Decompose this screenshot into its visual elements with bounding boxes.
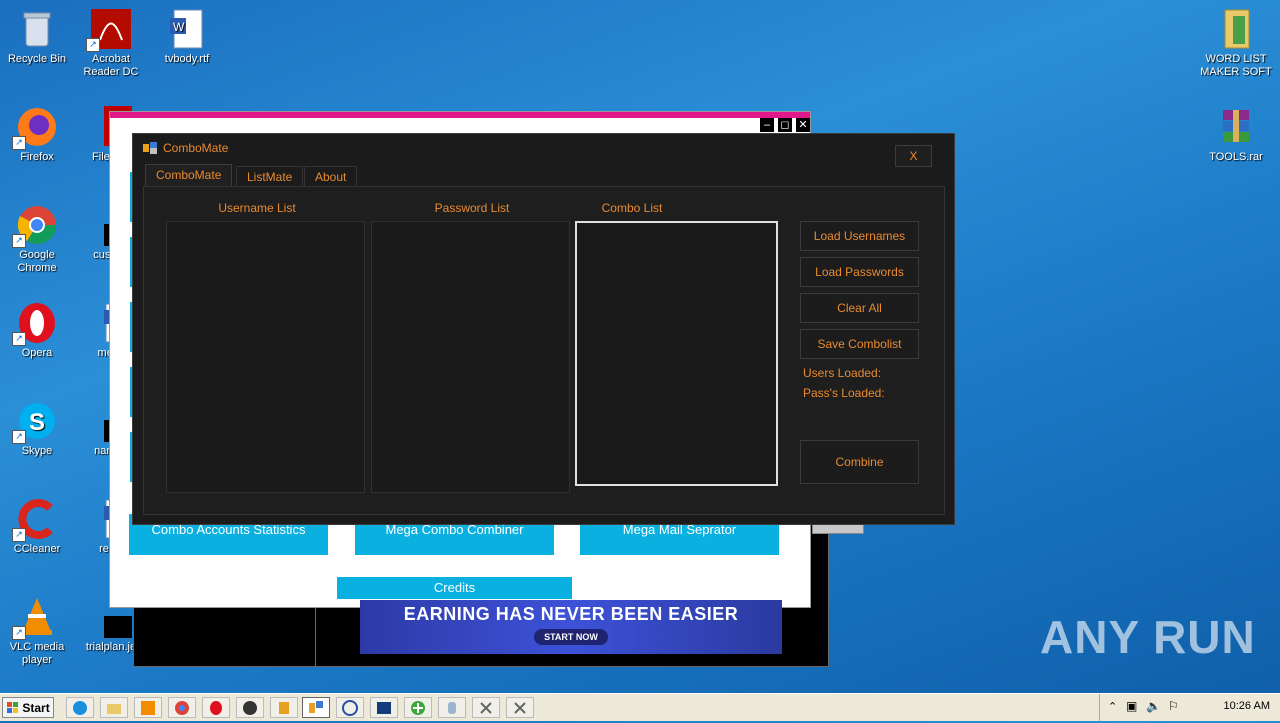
chrome-icon[interactable]: [168, 697, 196, 718]
winrar-icon: [1215, 106, 1257, 148]
ccleaner-icon: ↗: [12, 498, 58, 542]
desktop-icon-label: WORD LIST MAKER SOFT: [1200, 53, 1272, 78]
combomate-icon[interactable]: [302, 697, 330, 718]
desktop-icon-label: CCleaner: [13, 543, 61, 555]
password-list-box[interactable]: [371, 221, 570, 493]
chrome-icon: ↗: [12, 204, 58, 248]
banner-start-button[interactable]: START NOW: [534, 629, 608, 645]
desktop-icon-ccleaner[interactable]: ↗ CCleaner: [0, 498, 74, 556]
vlc-icon: ↗: [12, 596, 58, 640]
desktop-icon-chrome[interactable]: ↗ Google Chrome: [0, 204, 74, 275]
combo-list-label: Combo List: [601, 201, 663, 215]
keyboard-icon[interactable]: [438, 697, 466, 718]
combo-list-box[interactable]: [575, 221, 778, 486]
desktop-icon-opera[interactable]: ↗ Opera: [0, 302, 74, 360]
shortcut-arrow-icon: ↗: [12, 528, 26, 542]
shortcut-arrow-icon: ↗: [12, 332, 26, 346]
desktop-icon-vlc[interactable]: ↗ VLC media player: [0, 596, 74, 667]
desktop-icon-label: Firefox: [20, 151, 54, 163]
window-title: ComboMate: [163, 141, 229, 155]
window-accent-bar: [110, 112, 810, 118]
volume-icon[interactable]: 🔈: [1146, 699, 1161, 713]
username-list-box[interactable]: [166, 221, 365, 493]
shortcut-arrow-icon: ↗: [12, 136, 26, 150]
desktop-icon-recycle-bin[interactable]: Recycle Bin: [0, 8, 74, 66]
windows-logo-icon: [7, 700, 19, 713]
taskbar: Start ⌃ ▣ 🔈 ⚐ 10:26 AM: [0, 693, 1280, 721]
app-icon[interactable]: [236, 697, 264, 718]
close-button[interactable]: ✕: [796, 118, 810, 132]
firefox-icon: ↗: [12, 106, 58, 150]
user-icon[interactable]: [270, 697, 298, 718]
ie-icon[interactable]: [66, 697, 94, 718]
show-hidden-icons-icon[interactable]: ⌃: [1108, 700, 1117, 713]
users-loaded-label: Users Loaded:: [803, 366, 882, 380]
username-list-label: Username List: [218, 201, 296, 215]
combine-button[interactable]: Combine: [800, 440, 919, 484]
acrobat-icon: ↗: [86, 8, 132, 52]
ad-banner[interactable]: EARNING HAS NEVER BEEN EASIER START NOW: [360, 600, 782, 654]
system-tray: ⌃ ▣ 🔈 ⚐ 10:26 AM: [1099, 694, 1280, 721]
tab-about[interactable]: About: [304, 166, 358, 187]
desktop-icon-label: Acrobat Reader DC: [83, 53, 139, 78]
flag-icon[interactable]: ⚐: [1168, 699, 1179, 713]
combomate-window[interactable]: ComboMate X ComboMate ListMate About Use…: [132, 133, 955, 525]
skype-icon: S ↗: [12, 400, 58, 444]
credits-button[interactable]: Credits: [337, 577, 572, 599]
desktop-icon-label: Recycle Bin: [7, 53, 67, 65]
folder-icon: [1215, 8, 1257, 50]
desktop-icon-label: Opera: [21, 347, 53, 359]
desktop-icon-label: VLC media player: [9, 641, 65, 666]
desktop-icon-firefox[interactable]: ↗ Firefox: [0, 106, 74, 164]
desktop-icon-word-list-maker[interactable]: WORD LIST MAKER SOFT: [1199, 8, 1273, 79]
svg-text:S: S: [29, 409, 45, 436]
anyrun-watermark: ANY RUN: [1040, 611, 1256, 663]
word-doc-icon: W: [166, 8, 208, 50]
shortcut-arrow-icon: ↗: [12, 430, 26, 444]
clear-all-button[interactable]: Clear All: [800, 293, 919, 323]
desktop-icon-tvbody[interactable]: W tvbody.rtf: [150, 8, 224, 66]
dark-window-divider: [315, 601, 316, 666]
load-usernames-button[interactable]: Load Usernames: [800, 221, 919, 251]
media-icon[interactable]: [134, 697, 162, 718]
desktop-icon-skype[interactable]: S ↗ Skype: [0, 400, 74, 458]
minimize-button[interactable]: –: [760, 118, 774, 132]
opera-icon: ↗: [12, 302, 58, 346]
opera-icon[interactable]: [202, 697, 230, 718]
svg-text:W: W: [173, 20, 185, 34]
green-plus-icon[interactable]: [404, 697, 432, 718]
maximize-button[interactable]: ◻: [778, 118, 792, 132]
desktop-icon-label: tvbody.rtf: [164, 53, 210, 65]
tool-icon[interactable]: [472, 697, 500, 718]
tool-icon[interactable]: [506, 697, 534, 718]
desktop-icon-label: Google Chrome: [17, 249, 57, 274]
tab-listmate[interactable]: ListMate: [236, 166, 304, 187]
shortcut-arrow-icon: ↗: [86, 38, 100, 52]
desktop-icon-tools-rar[interactable]: TOOLS.rar: [1199, 106, 1273, 164]
save-combolist-button[interactable]: Save Combolist: [800, 329, 919, 359]
desktop-icon-label: Skype: [21, 445, 53, 457]
pass-loaded-label: Pass's Loaded:: [803, 386, 885, 400]
window-icon[interactable]: [370, 697, 398, 718]
start-button[interactable]: Start: [2, 697, 54, 718]
network-icon[interactable]: [336, 697, 364, 718]
shortcut-arrow-icon: ↗: [12, 234, 26, 248]
shortcut-arrow-icon: ↗: [12, 626, 26, 640]
explorer-icon[interactable]: [100, 697, 128, 718]
tab-combomate[interactable]: ComboMate: [145, 164, 233, 187]
desktop-icon-label: TOOLS.rar: [1209, 151, 1263, 163]
network-tray-icon[interactable]: ▣: [1126, 699, 1137, 713]
close-button[interactable]: X: [895, 145, 932, 167]
combomate-app-icon: [143, 142, 157, 154]
banner-title: EARNING HAS NEVER BEEN EASIER: [403, 604, 739, 624]
start-label: Start: [22, 701, 50, 715]
desktop-icon-label: trialplan.je: [85, 641, 137, 653]
taskbar-clock[interactable]: 10:26 AM: [1224, 700, 1270, 712]
desktop-icon-acrobat[interactable]: ↗ Acrobat Reader DC: [74, 8, 148, 79]
recycle-bin-icon: [16, 8, 58, 50]
load-passwords-button[interactable]: Load Passwords: [800, 257, 919, 287]
